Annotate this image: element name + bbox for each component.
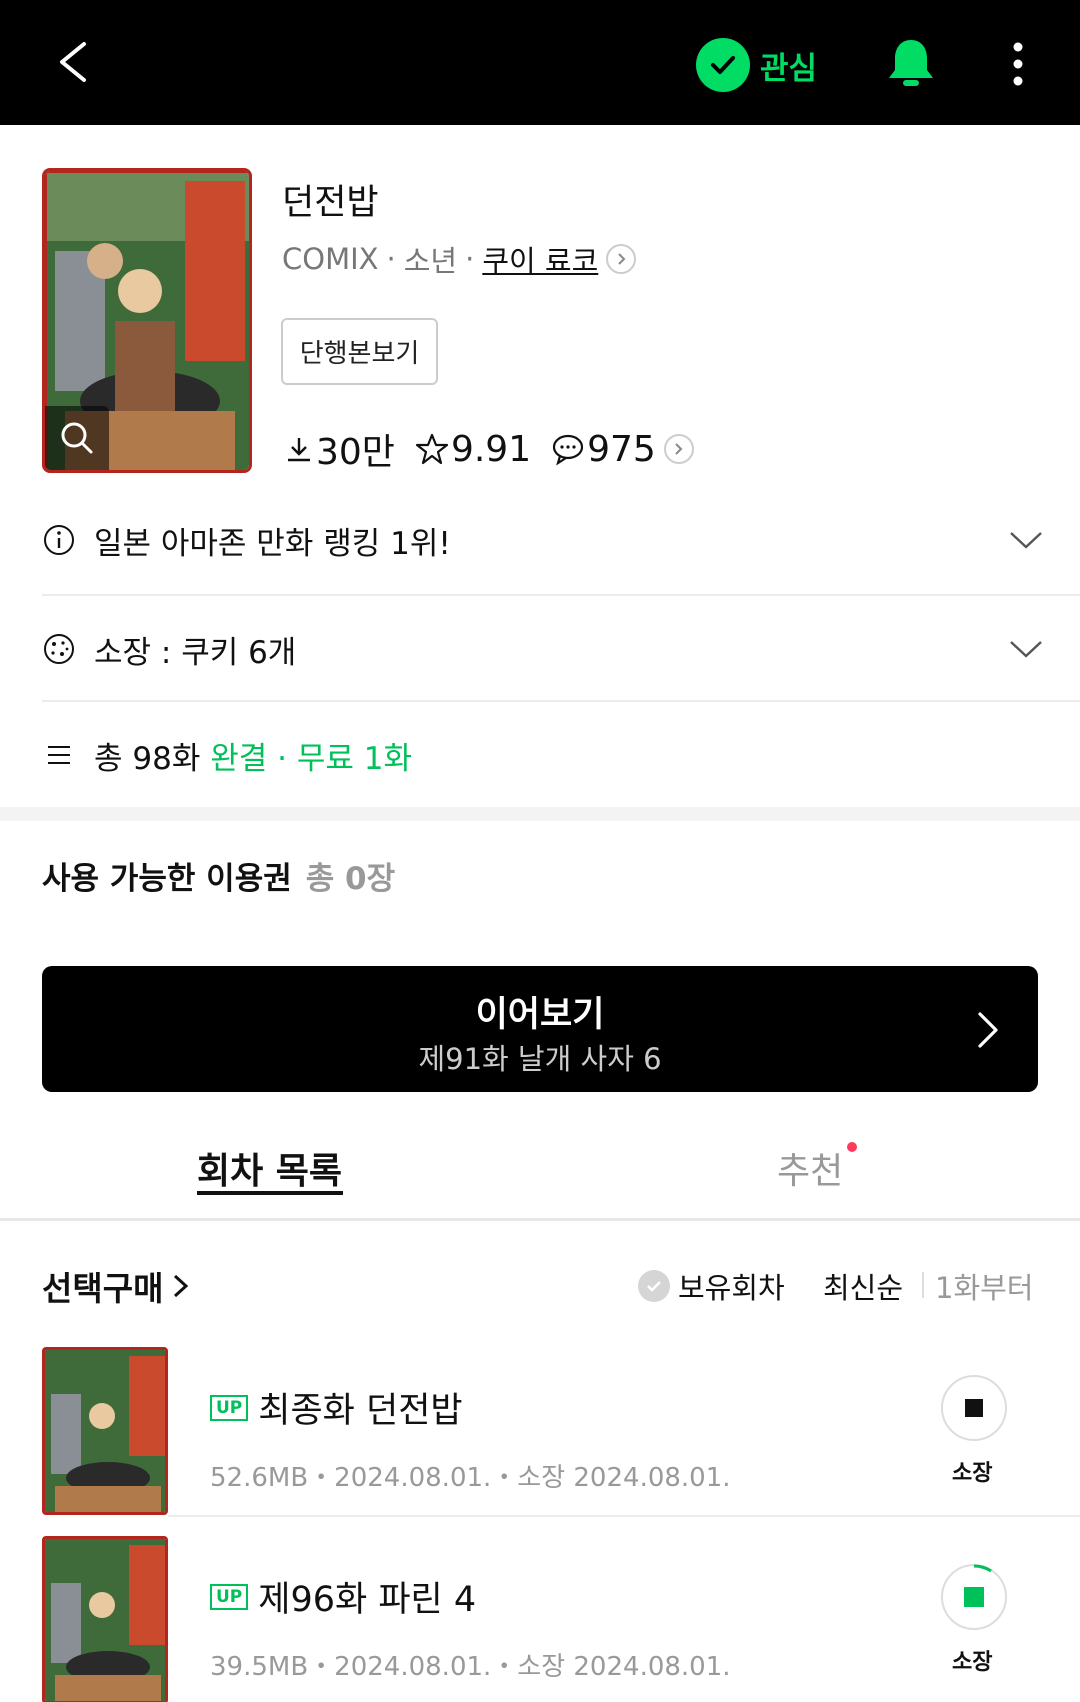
meta-separator: ·: [277, 740, 287, 777]
comment-icon: [552, 434, 584, 466]
sort-from-first[interactable]: 1화부터: [935, 1265, 1034, 1307]
zoom-button[interactable]: [45, 406, 109, 470]
tab-episode-list[interactable]: 회차 목록: [197, 1142, 342, 1194]
stop-icon: [965, 1399, 983, 1417]
episode-info: 52.6MB・2024.08.01.・소장 2024.08.01.: [210, 1463, 731, 1493]
divider: [168, 1515, 1080, 1517]
rating-stat: 9.91: [415, 429, 531, 470]
tab-recommend[interactable]: 추천: [777, 1142, 843, 1194]
owned-status-label: 소장: [952, 1461, 993, 1486]
promo-row[interactable]: 일본 아마존 만화 랭킹 1위!: [42, 518, 1080, 562]
ticket-label: 사용 가능한 이용권: [42, 861, 292, 897]
download-count: 30만: [316, 432, 395, 473]
episode-total: 총 98화: [94, 740, 201, 777]
top-bar: 관심: [0, 0, 1080, 125]
check-circle-icon: [696, 38, 750, 92]
download-stat: 30만: [284, 423, 395, 475]
episode-row[interactable]: UP 제96화 파린 4 39.5MB・2024.08.01.・소장 2024.…: [0, 1536, 1080, 1702]
owned-status-button[interactable]: [941, 1375, 1007, 1441]
cookie-icon: [44, 634, 74, 664]
comment-stat[interactable]: 975: [551, 429, 694, 470]
divider: [42, 700, 1080, 702]
meta-separator: ·: [386, 242, 396, 276]
stats-row: 30만 9.91 975: [284, 424, 714, 474]
episode-title-text: 제96화 파린 4: [258, 1580, 477, 1620]
episode-summary: 총 98화 완결 · 무료 1화: [94, 733, 412, 778]
comment-count: 975: [587, 428, 656, 470]
author-link[interactable]: 쿠이 료코: [482, 238, 598, 280]
episode-summary-row: 총 98화 완결 · 무료 1화: [42, 733, 1080, 777]
author-arrow-icon[interactable]: [606, 244, 637, 274]
work-title: 던전밥: [282, 183, 379, 223]
notification-button[interactable]: [886, 36, 936, 92]
back-arrow-icon: [60, 42, 86, 82]
favorite-label: 관심: [760, 50, 818, 87]
episode-title: UP 최종화 던전밥: [210, 1382, 463, 1433]
owned-cookie-row[interactable]: 소장 : 쿠키 6개: [42, 627, 1080, 671]
continue-reading-button[interactable]: 이어보기 제91화 날개 사자 6: [42, 966, 1038, 1092]
category-label: COMIX: [282, 242, 379, 276]
section-divider: [0, 807, 1080, 821]
new-badge-dot: [847, 1142, 857, 1152]
select-purchase-label: 선택구매: [42, 1269, 164, 1308]
download-icon: [288, 438, 310, 462]
free-episodes: 무료 1화: [296, 740, 412, 777]
comment-arrow-icon[interactable]: [663, 434, 694, 464]
ticket-section: 사용 가능한 이용권 총 0장: [42, 853, 395, 898]
chevron-down-icon[interactable]: [1009, 639, 1043, 659]
back-button[interactable]: [48, 32, 108, 92]
info-icon: [44, 525, 74, 555]
up-badge: UP: [210, 1583, 249, 1610]
meta-separator: ·: [465, 242, 475, 276]
owned-filter-label: 보유회차: [678, 1271, 785, 1305]
chevron-down-icon[interactable]: [1009, 530, 1043, 550]
more-vertical-icon: [1013, 42, 1023, 86]
episode-title-text: 최종화 던전밥: [258, 1391, 463, 1431]
star-icon: [415, 433, 449, 465]
divider: [42, 594, 1080, 596]
volume-view-button[interactable]: 단행본보기: [281, 318, 438, 385]
continue-episode: 제91화 날개 사자 6: [418, 1042, 662, 1076]
rating-value: 9.91: [450, 428, 532, 470]
favorite-button[interactable]: 관심: [696, 36, 817, 94]
owned-status-label: 소장: [952, 1650, 993, 1675]
owned-filter[interactable]: 보유회차: [638, 1265, 785, 1307]
check-icon: [638, 1270, 670, 1302]
sort-newest[interactable]: 최신순: [823, 1265, 903, 1307]
work-meta: COMIX · 소년 · 쿠이 료코: [282, 238, 637, 280]
completion-status: 완결: [210, 740, 268, 777]
episode-row[interactable]: UP 최종화 던전밥 52.6MB・2024.08.01.・소장 2024.08…: [0, 1347, 1080, 1517]
tabs-divider: [0, 1218, 1080, 1221]
search-icon: [61, 422, 93, 454]
genre-label: 소년: [403, 244, 458, 278]
episode-thumbnail: [42, 1347, 168, 1515]
continue-label: 이어보기: [475, 995, 605, 1035]
episode-title: UP 제96화 파린 4: [210, 1571, 476, 1622]
active-tab-indicator: [197, 1191, 343, 1195]
episode-thumbnail: [42, 1536, 168, 1702]
episode-info: 39.5MB・2024.08.01.・소장 2024.08.01.: [210, 1652, 731, 1682]
select-purchase-button[interactable]: 선택구매: [42, 1262, 193, 1310]
up-badge: UP: [210, 1394, 249, 1421]
promo-text: 일본 아마존 만화 랭킹 1위!: [94, 525, 451, 562]
progress-ring-icon: [964, 1564, 992, 1607]
list-icon: [48, 746, 70, 764]
download-progress-button[interactable]: [941, 1564, 1007, 1630]
sort-divider: [922, 1272, 924, 1298]
chevron-right-icon: [978, 1012, 998, 1048]
owned-cookie-text: 소장 : 쿠키 6개: [94, 634, 297, 671]
bell-icon: [889, 40, 933, 86]
cover-image[interactable]: [42, 168, 252, 473]
chevron-right-icon: [174, 1274, 189, 1298]
more-button[interactable]: [1003, 40, 1033, 90]
ticket-count: 총 0장: [305, 861, 396, 897]
